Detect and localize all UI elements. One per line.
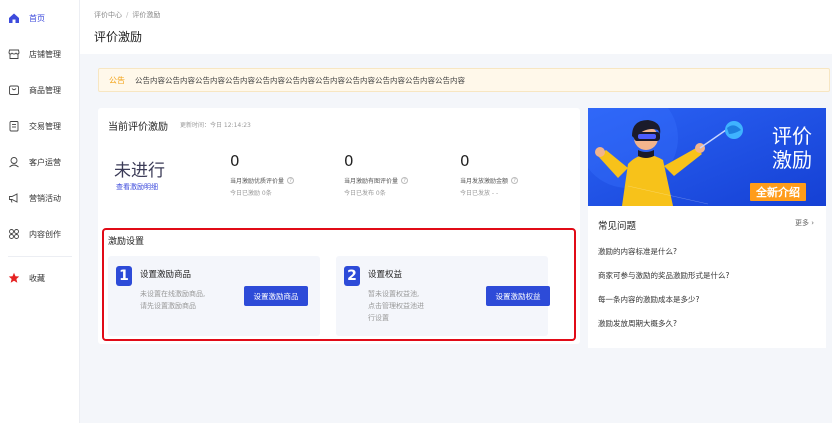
marketing-icon [8,192,20,204]
sidebar-item-label: 商品管理 [29,85,61,95]
breadcrumb-item: 评价激励 [132,11,161,19]
stat-quality-reviews: 0 当月激励优质评价量? 今日已激励 0条 [230,152,340,197]
faq-card: 常见问题 更多 › 激励的内容标准是什么? 商家可参与激励的奖品激励形式是什么?… [588,206,826,348]
faq-item[interactable]: 每一条内容的激励成本是多少? [598,294,699,305]
stat-label: 当月激励优质评价量 [230,178,285,185]
incentive-status: 未进行 [114,161,165,181]
banner-title: 评价 激励 [772,124,812,172]
sidebar-divider [8,256,72,257]
current-incentive-title: 当前评价激励 [108,122,168,133]
step-title: 设置激励商品 [140,270,192,280]
content-icon [8,228,20,240]
page-header: 评价中心 / 评价激励 评价激励 [80,0,832,54]
stat-value: 0 [230,152,240,170]
sidebar-item-store[interactable]: 店铺管理 [0,44,80,64]
step-description: 未设置在线激励商品, 请先设置激励商品 [140,290,206,310]
set-incentive-products-button[interactable]: 设置激励商品 [244,286,308,306]
set-incentive-benefits-button[interactable]: 设置激励权益 [486,286,550,306]
sidebar-item-favorites[interactable]: 收藏 [0,268,80,288]
announcement-bar: 公告 公告内容公告内容公告内容公告内容公告内容公告内容公告内容公告内容公告内容公… [98,68,830,92]
home-icon [8,12,20,24]
help-icon[interactable]: ? [511,177,519,184]
stat-subtext: 今日已发布 0条 [344,190,386,197]
stat-image-reviews: 0 当月激励有图评价量? 今日已发布 0条 [344,152,454,197]
announcement-label: 公告 [109,75,125,85]
chevron-right-icon: › [811,219,814,227]
stat-value: 0 [344,152,354,170]
announcement-text: 公告内容公告内容公告内容公告内容公告内容公告内容公告内容公告内容公告内容公告内容… [135,75,465,85]
step-description: 暂未设置权益池, 点击管理权益池进 行设置 [368,290,424,322]
stat-incentive-amount: 0 当月发放激励金额? 今日已发放 - - [460,152,570,197]
sidebar-item-home[interactable]: 首页 [0,8,80,28]
sidebar-item-customer[interactable]: 客户运营 [0,152,80,172]
sidebar-item-marketing[interactable]: 营销活动 [0,188,80,208]
store-icon [8,48,20,60]
customer-icon [8,156,20,168]
breadcrumb: 评价中心 / 评价激励 [94,10,160,20]
stat-label: 当月发放激励金额 [460,178,509,185]
trade-icon [8,120,20,132]
sidebar-item-content[interactable]: 内容创作 [0,224,80,244]
sidebar-item-label: 内容创作 [29,229,61,239]
help-icon[interactable]: ? [287,177,295,184]
step-title: 设置权益 [368,270,403,280]
faq-item[interactable]: 激励发放周期大概多久? [598,318,677,329]
sidebar-item-trade[interactable]: 交易管理 [0,116,80,136]
breadcrumb-separator: / [126,11,129,19]
sidebar-item-goods[interactable]: 商品管理 [0,80,80,100]
view-detail-link[interactable]: 查看激励明细 [116,182,158,192]
stat-label: 当月激励有图评价量 [344,178,399,185]
stat-value: 0 [460,152,470,170]
goods-icon [8,84,20,96]
new-intro-button[interactable]: 全新介绍 [750,183,806,201]
step-number-badge: 1 [116,266,132,286]
sidebar-item-label: 营销活动 [29,193,61,203]
stat-subtext: 今日已发放 - - [460,190,499,197]
step-set-benefits: 2 设置权益 暂未设置权益池, 点击管理权益池进 行设置 设置激励权益 [336,256,550,336]
promo-banner[interactable]: 评价 激励 全新介绍 [588,108,826,206]
help-icon[interactable]: ? [401,177,409,184]
faq-more-link[interactable]: 更多 › [795,218,814,228]
sidebar-item-label: 收藏 [29,273,45,283]
page-title: 评价激励 [94,30,143,44]
sidebar-item-label: 首页 [29,13,45,23]
sidebar-item-label: 客户运营 [29,157,61,167]
stat-subtext: 今日已激励 0条 [230,190,272,197]
incentive-card: 当前评价激励 更新时间：今日 12:14:23 未进行 查看激励明细 0 当月激… [98,108,580,344]
faq-item[interactable]: 激励的内容标准是什么? [598,246,677,257]
faq-item[interactable]: 商家可参与激励的奖品激励形式是什么? [598,270,729,281]
incentive-setup-title: 激励设置 [108,237,145,247]
sidebar-item-label: 交易管理 [29,121,61,131]
step-set-products: 1 设置激励商品 未设置在线激励商品, 请先设置激励商品 设置激励商品 [108,256,320,336]
star-icon [8,272,20,284]
step-number-badge: 2 [344,266,360,286]
sidebar-item-label: 店铺管理 [29,49,61,59]
breadcrumb-item[interactable]: 评价中心 [94,11,122,19]
sidebar: 首页 店铺管理 商品管理 交易管理 客户运营 营销活动 内容创作 收藏 [0,0,80,423]
faq-title: 常见问题 [598,221,637,232]
update-time: 更新时间：今日 12:14:23 [180,122,251,129]
